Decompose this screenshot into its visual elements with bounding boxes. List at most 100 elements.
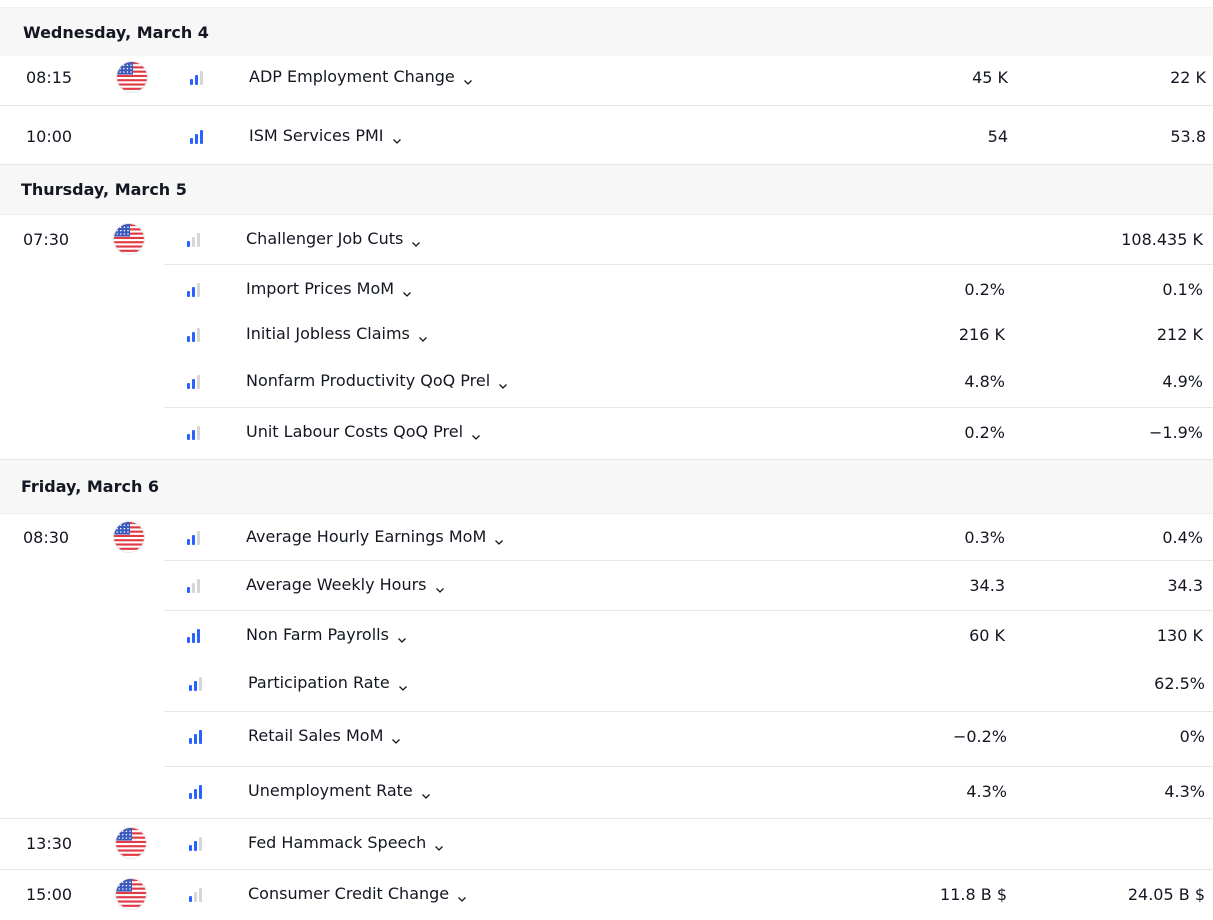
importance-bar (192, 430, 195, 440)
importance-bar (199, 888, 202, 902)
event-forecast: 4.3% (1164, 782, 1205, 801)
chevron-down-icon[interactable] (435, 580, 445, 593)
event-actual: 4.3% (966, 782, 1007, 801)
chevron-down-icon[interactable] (434, 838, 444, 851)
chevron-down-icon[interactable] (397, 630, 407, 643)
importance-bar (197, 233, 200, 247)
event-actual: 11.8 B $ (940, 885, 1007, 904)
event-name: Unemployment Rate (248, 781, 413, 800)
event-time: 07:30 (23, 230, 70, 249)
event-actual: 216 K (958, 325, 1005, 344)
event-time: 13:30 (26, 834, 73, 853)
event-actual: 4.8% (964, 372, 1005, 391)
us-flag-icon (114, 522, 144, 552)
importance-icon (189, 785, 205, 799)
event-name: Average Hourly Earnings MoM (246, 527, 487, 546)
event-name-toggle[interactable]: Initial Jobless Claims (246, 324, 428, 343)
event-name-toggle[interactable]: Average Weekly Hours (246, 575, 445, 594)
event-forecast: 53.8 (1170, 127, 1206, 146)
importance-icon (190, 130, 206, 144)
chevron-down-icon[interactable] (402, 284, 412, 297)
event-name: Retail Sales MoM (248, 726, 384, 745)
event-name-toggle[interactable]: Non Farm Payrolls (246, 625, 407, 644)
importance-bar (192, 237, 195, 247)
importance-bar (195, 134, 198, 144)
importance-bar (197, 426, 200, 440)
importance-bar (189, 896, 192, 902)
importance-bar (187, 336, 190, 342)
event-name-toggle[interactable]: ISM Services PMI (249, 126, 402, 145)
chevron-down-icon[interactable] (494, 532, 504, 545)
event-time: 08:15 (26, 68, 73, 87)
event-name-toggle[interactable]: Fed Hammack Speech (248, 833, 444, 852)
importance-icon (187, 328, 203, 342)
importance-icon (187, 233, 203, 247)
row-divider (164, 407, 1213, 408)
row-divider (0, 818, 1213, 819)
importance-bar (187, 434, 190, 440)
importance-icon (187, 629, 203, 643)
event-name: Unit Labour Costs QoQ Prel (246, 422, 464, 441)
importance-bar (195, 75, 198, 85)
importance-bar (194, 734, 197, 744)
row-divider (0, 105, 1213, 106)
chevron-down-icon[interactable] (457, 889, 467, 902)
event-forecast: 34.3 (1167, 576, 1203, 595)
event-name-toggle[interactable]: ADP Employment Change (249, 67, 473, 86)
importance-icon (189, 888, 205, 902)
event-actual: 0.2% (964, 423, 1005, 442)
importance-bar (192, 535, 195, 545)
event-actual: 45 K (972, 68, 1008, 87)
row-divider (164, 610, 1213, 611)
event-name-toggle[interactable]: Consumer Credit Change (248, 884, 467, 903)
event-name: Participation Rate (248, 673, 390, 692)
event-name-toggle[interactable]: Import Prices MoM (246, 279, 412, 298)
event-name-toggle[interactable]: Nonfarm Productivity QoQ Prel (246, 371, 508, 390)
event-actual: −0.2% (952, 727, 1007, 746)
event-forecast: 62.5% (1154, 674, 1205, 693)
importance-icon (189, 730, 205, 744)
event-name-toggle[interactable]: Unemployment Rate (248, 781, 431, 800)
importance-bar (197, 531, 200, 545)
event-name-toggle[interactable]: Retail Sales MoM (248, 726, 401, 745)
importance-bar (197, 375, 200, 389)
day-header-label: Friday, March 6 (21, 477, 160, 496)
event-name-toggle[interactable]: Unit Labour Costs QoQ Prel (246, 422, 481, 441)
us-flag-icon (116, 828, 146, 858)
event-actual: 54 (987, 127, 1008, 146)
event-forecast: 24.05 B $ (1127, 885, 1205, 904)
row-divider (164, 560, 1213, 561)
row-divider (164, 264, 1213, 265)
chevron-down-icon[interactable] (498, 376, 508, 389)
event-name: Fed Hammack Speech (248, 833, 427, 852)
day-header: Friday, March 6 (0, 460, 1213, 514)
event-name-toggle[interactable]: Challenger Job Cuts (246, 229, 421, 248)
event-name-toggle[interactable]: Average Hourly Earnings MoM (246, 527, 504, 546)
us-flag-icon (117, 62, 147, 92)
importance-bar (187, 291, 190, 297)
chevron-down-icon[interactable] (411, 234, 421, 247)
importance-bar (189, 738, 192, 744)
event-name: Non Farm Payrolls (246, 625, 389, 644)
chevron-down-icon[interactable] (471, 427, 481, 440)
event-actual: 34.3 (969, 576, 1005, 595)
event-name: Nonfarm Productivity QoQ Prel (246, 371, 491, 390)
event-name-toggle[interactable]: Participation Rate (248, 673, 408, 692)
event-forecast: 4.9% (1162, 372, 1203, 391)
chevron-down-icon[interactable] (391, 731, 401, 744)
top-divider (0, 0, 1213, 8)
us-flag-icon (116, 879, 146, 909)
event-forecast: 130 K (1156, 626, 1203, 645)
importance-bar (197, 283, 200, 297)
event-name: Import Prices MoM (246, 279, 395, 298)
row-divider (0, 164, 1213, 165)
chevron-down-icon[interactable] (392, 131, 402, 144)
chevron-down-icon[interactable] (398, 678, 408, 691)
chevron-down-icon[interactable] (418, 329, 428, 342)
chevron-down-icon[interactable] (463, 72, 473, 85)
importance-bar (199, 837, 202, 851)
day-header-label: Thursday, March 5 (21, 180, 187, 199)
chevron-down-icon[interactable] (421, 786, 431, 799)
importance-icon (187, 426, 203, 440)
importance-icon (189, 837, 205, 851)
